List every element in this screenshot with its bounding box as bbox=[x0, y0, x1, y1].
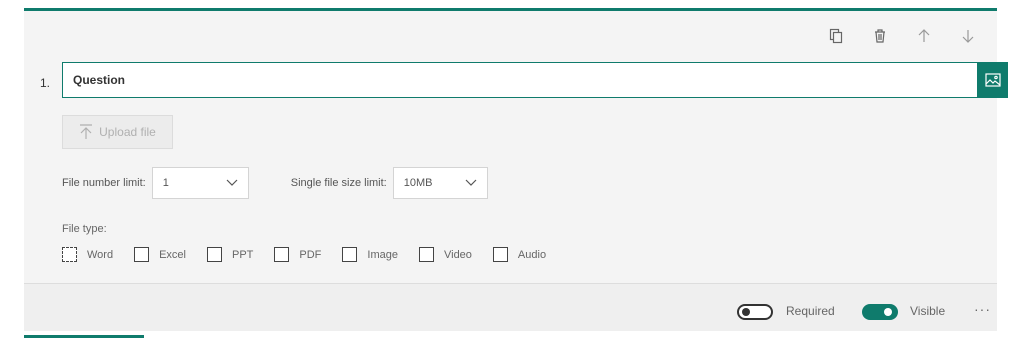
visible-toggle[interactable] bbox=[862, 304, 898, 320]
file-type-video-label: Video bbox=[443, 248, 472, 261]
file-type-label: File type: bbox=[62, 223, 107, 235]
chevron-down-icon bbox=[465, 179, 477, 186]
checkbox[interactable] bbox=[418, 247, 434, 262]
question-footer bbox=[24, 284, 997, 331]
checkbox[interactable] bbox=[62, 247, 77, 262]
file-type-pdf-label: PDF bbox=[299, 248, 322, 261]
file-type-audio-label: Audio bbox=[517, 248, 547, 261]
file-type-excel-label: Excel bbox=[159, 248, 186, 261]
upload-file-button[interactable]: Upload file bbox=[62, 115, 173, 149]
question-title-input[interactable]: Question bbox=[62, 62, 978, 98]
checkbox[interactable] bbox=[342, 247, 358, 262]
copy-button[interactable] bbox=[819, 23, 853, 49]
delete-button[interactable] bbox=[863, 23, 897, 49]
checkbox[interactable] bbox=[492, 247, 508, 262]
file-type-pdf[interactable]: PDF bbox=[274, 247, 321, 262]
question-number: 1. bbox=[40, 76, 51, 90]
upload-icon bbox=[80, 124, 93, 139]
arrow-up-icon bbox=[918, 29, 930, 42]
file-type-video[interactable]: Video bbox=[418, 247, 472, 262]
question-card: 1. Question Upload file File number limi… bbox=[24, 8, 1008, 331]
file-type-options: Word Excel PPT PDF Image Video Audio bbox=[62, 247, 567, 262]
insert-image-button[interactable] bbox=[978, 62, 1008, 98]
file-type-ppt[interactable]: PPT bbox=[207, 247, 253, 262]
chevron-down-icon bbox=[226, 179, 238, 186]
file-type-word[interactable]: Word bbox=[62, 247, 113, 262]
visible-label: Visible bbox=[910, 304, 946, 318]
checkbox[interactable] bbox=[207, 247, 222, 262]
file-type-word-label: Word bbox=[87, 248, 114, 261]
file-size-limit-label: Single file size limit: bbox=[290, 177, 387, 189]
checkbox[interactable] bbox=[274, 247, 290, 262]
file-type-audio[interactable]: Audio bbox=[492, 247, 547, 262]
file-size-limit-select[interactable]: 10MB bbox=[392, 167, 488, 199]
file-number-limit-label: File number limit: bbox=[62, 177, 146, 189]
required-label: Required bbox=[786, 304, 835, 318]
toggle-knob bbox=[884, 308, 892, 316]
limits-row: File number limit: 1 Single file size li… bbox=[62, 167, 488, 199]
trash-icon bbox=[875, 29, 885, 43]
image-icon bbox=[985, 73, 1001, 87]
move-down-button[interactable] bbox=[951, 23, 985, 49]
copy-icon bbox=[829, 28, 843, 44]
checkbox[interactable] bbox=[134, 247, 150, 262]
required-toggle[interactable] bbox=[737, 304, 773, 320]
upload-file-label: Upload file bbox=[99, 125, 156, 139]
file-number-limit-value: 1 bbox=[162, 177, 169, 189]
file-size-limit-value: 10MB bbox=[403, 177, 433, 189]
file-type-ppt-label: PPT bbox=[232, 248, 254, 261]
question-toolbar bbox=[819, 23, 985, 49]
file-type-image-label: Image bbox=[367, 248, 398, 261]
file-type-excel[interactable]: Excel bbox=[134, 247, 186, 262]
move-up-button[interactable] bbox=[907, 23, 941, 49]
file-type-image[interactable]: Image bbox=[342, 247, 398, 262]
arrow-down-icon bbox=[962, 30, 974, 43]
file-number-limit-select[interactable]: 1 bbox=[151, 167, 249, 199]
more-options-icon[interactable]: ··· bbox=[974, 301, 991, 317]
toggle-knob bbox=[742, 308, 750, 316]
